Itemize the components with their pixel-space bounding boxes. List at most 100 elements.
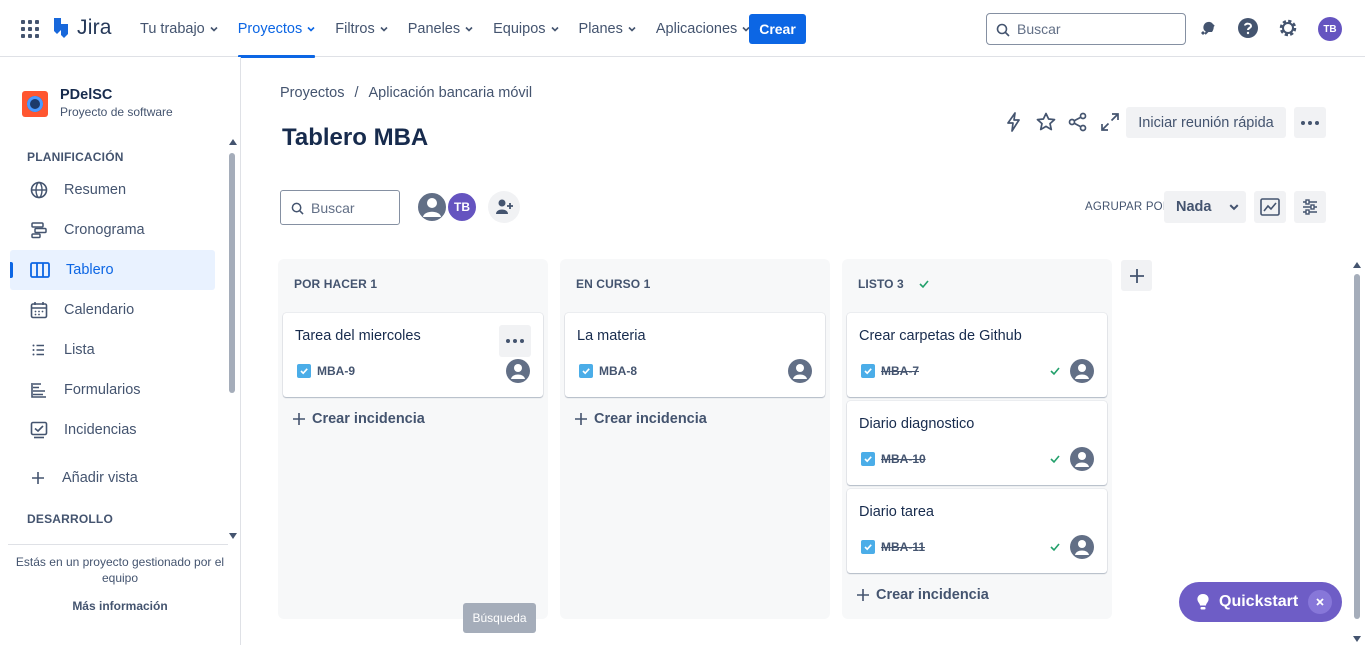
- sidebar-scrollbar[interactable]: [228, 139, 237, 539]
- card-title: Diario tarea: [859, 504, 934, 520]
- chevron-down-icon: [1230, 204, 1239, 211]
- chart-icon: [1260, 198, 1280, 216]
- nav-item-equipos[interactable]: Equipos: [493, 0, 559, 57]
- nav-item-proyectos[interactable]: Proyectos: [237, 0, 316, 58]
- close-icon[interactable]: [1308, 590, 1332, 614]
- card-key-text: MBA-8: [599, 364, 637, 378]
- sidebar-item-formularios[interactable]: Formularios: [10, 370, 215, 410]
- assignee-avatar[interactable]: [506, 359, 530, 383]
- chevron-down-icon: [628, 26, 636, 32]
- calendar-icon: [30, 302, 48, 319]
- nav-item-tu-trabajo[interactable]: Tu trabajo: [140, 0, 218, 57]
- issue-card[interactable]: Tarea del miercoles MBA-9: [283, 313, 543, 397]
- search-placeholder: Buscar: [1017, 21, 1061, 37]
- scroll-down-icon[interactable]: [1353, 636, 1361, 642]
- breadcrumb-projects[interactable]: Proyectos: [280, 85, 344, 101]
- card-key-text: MBA-7: [881, 364, 919, 378]
- card-more-button[interactable]: [499, 325, 531, 357]
- help-icon[interactable]: [1237, 17, 1259, 39]
- assignee-avatar[interactable]: [788, 359, 812, 383]
- view-settings-button[interactable]: [1294, 191, 1326, 223]
- scrollbar-thumb[interactable]: [229, 153, 235, 393]
- jira-logo[interactable]: Jira: [51, 16, 112, 40]
- issue-card[interactable]: La materia MBA-8: [565, 313, 825, 397]
- sidebar: PDelSC Proyecto de software PLANIFICACIÓ…: [0, 57, 241, 645]
- card-title: Tarea del miercoles: [295, 328, 421, 344]
- column-title-text: EN CURSO 1: [576, 277, 651, 291]
- nav-item-planes[interactable]: Planes: [579, 0, 636, 57]
- assignee-avatar[interactable]: [1070, 447, 1094, 471]
- share-icon[interactable]: [1067, 111, 1089, 133]
- scroll-down-icon[interactable]: [229, 533, 237, 539]
- profile-avatar[interactable]: TB: [1318, 17, 1342, 41]
- user-icon: [1075, 364, 1089, 379]
- assignee-avatar[interactable]: [1070, 535, 1094, 559]
- issues-icon: [30, 421, 48, 439]
- done-check-icon: [919, 280, 929, 289]
- nav-item-filtros[interactable]: Filtros: [335, 0, 388, 57]
- more-actions-button[interactable]: [1294, 107, 1326, 138]
- plus-icon: [32, 472, 44, 484]
- breadcrumb-project[interactable]: Aplicación bancaria móvil: [369, 85, 533, 101]
- automation-icon[interactable]: [1003, 111, 1025, 133]
- star-icon[interactable]: [1035, 111, 1057, 133]
- learn-more-link[interactable]: Más información: [10, 599, 230, 613]
- add-column-button[interactable]: [1121, 260, 1152, 291]
- jira-logo-text: Jira: [77, 16, 112, 39]
- quick-meeting-button[interactable]: Iniciar reunión rápida: [1126, 107, 1286, 138]
- assignee-avatar[interactable]: [1070, 359, 1094, 383]
- fullscreen-icon[interactable]: [1099, 111, 1121, 133]
- column-title-text: POR HACER 1: [294, 277, 378, 291]
- chevron-down-icon: [380, 26, 388, 32]
- task-type-icon: [861, 364, 875, 378]
- nav-item-paneles[interactable]: Paneles: [408, 0, 473, 57]
- sidebar-item-resumen[interactable]: Resumen: [10, 170, 215, 210]
- scrollbar-thumb[interactable]: [1354, 274, 1360, 619]
- create-button[interactable]: Crear: [749, 14, 806, 44]
- done-check-icon: [1050, 455, 1060, 464]
- group-by-select[interactable]: Nada: [1164, 191, 1246, 223]
- card-key-text: MBA-11: [881, 540, 926, 554]
- nav-item-label: Tu trabajo: [140, 20, 205, 37]
- sidebar-item-incidencias[interactable]: Incidencias: [10, 410, 215, 450]
- project-type: Proyecto de software: [60, 105, 173, 119]
- global-search-input[interactable]: Buscar: [986, 13, 1186, 45]
- nav-item-aplicaciones[interactable]: Aplicaciones: [656, 0, 750, 57]
- nav-item-label: Paneles: [407, 20, 461, 37]
- avatar-tb[interactable]: TB: [446, 191, 478, 223]
- scroll-up-icon[interactable]: [1353, 262, 1361, 268]
- column-title: POR HACER 1: [294, 277, 377, 291]
- issue-card[interactable]: Diario diagnostico MBA-10: [847, 401, 1107, 485]
- create-issue-button[interactable]: Crear incidencia: [292, 411, 425, 427]
- board-column-listo: LISTO 3 Crear carpetas de Github MBA-7 D…: [842, 259, 1112, 619]
- insights-button[interactable]: [1254, 191, 1286, 223]
- quickstart-button[interactable]: Quickstart: [1179, 582, 1342, 622]
- user-icon: [423, 198, 441, 217]
- avatar[interactable]: [416, 191, 448, 223]
- scroll-up-icon[interactable]: [229, 139, 237, 145]
- sidebar-item-cronograma[interactable]: Cronograma: [10, 210, 215, 250]
- list-icon: [32, 344, 44, 356]
- app-switcher-icon[interactable]: [21, 20, 39, 38]
- project-header[interactable]: PDelSC Proyecto de software: [22, 87, 173, 119]
- sidebar-item-tablero[interactable]: Tablero: [10, 250, 215, 290]
- notifications-icon[interactable]: [1197, 17, 1219, 39]
- card-key: MBA-7: [861, 364, 919, 378]
- sidebar-item-label: Resumen: [64, 182, 127, 198]
- plus-icon: [293, 413, 305, 425]
- create-issue-label: Crear incidencia: [594, 411, 707, 427]
- settings-icon[interactable]: [1277, 17, 1299, 39]
- issue-card[interactable]: Diario tarea MBA-11: [847, 489, 1107, 573]
- timeline-icon: [31, 222, 47, 239]
- group-by-value: Nada: [1176, 199, 1212, 215]
- main-scrollbar[interactable]: [1352, 262, 1362, 642]
- sidebar-add-view[interactable]: Añadir vista: [10, 458, 215, 498]
- issue-card[interactable]: Crear carpetas de Github MBA-7: [847, 313, 1107, 397]
- sidebar-item-lista[interactable]: Lista: [10, 330, 215, 370]
- create-issue-button[interactable]: Crear incidencia: [856, 587, 989, 603]
- board-search-input[interactable]: Buscar: [280, 190, 400, 225]
- create-issue-button[interactable]: Crear incidencia: [574, 411, 707, 427]
- sidebar-item-calendario[interactable]: Calendario: [10, 290, 215, 330]
- lightbulb-icon: [1197, 594, 1209, 610]
- add-people-button[interactable]: [488, 191, 520, 223]
